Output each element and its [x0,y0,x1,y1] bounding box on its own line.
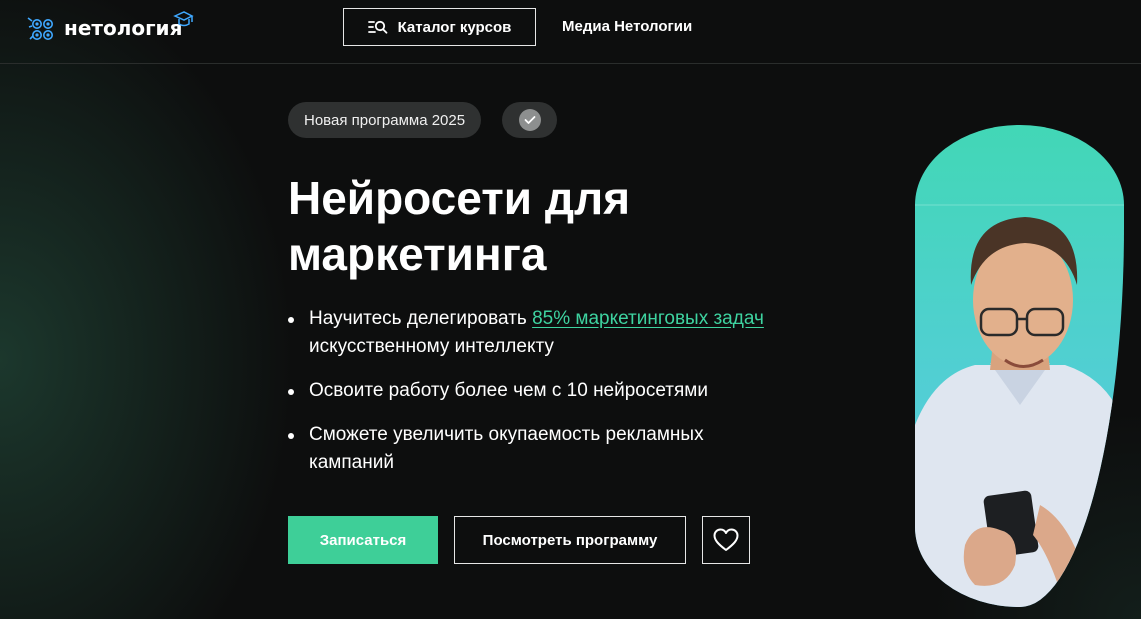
favorite-button[interactable] [702,516,750,564]
title-line-2: маркетинга [288,228,547,280]
benefit-item: Научитесь делегировать 85% маркетинговых… [288,305,768,361]
title-line-1: Нейросети для [288,172,631,224]
benefit-highlight-link[interactable]: 85% маркетинговых задач [532,308,764,329]
program-badge-label: Новая программа 2025 [304,111,466,129]
heart-icon [713,528,739,551]
benefit-text-before: Научитесь делегировать [309,308,533,329]
logo-hat-icon [173,11,194,27]
logo-text: нетология [64,16,183,40]
enroll-button[interactable]: Записаться [288,516,438,564]
logo-link[interactable]: нетология [26,11,194,45]
program-badge: Новая программа 2025 [288,102,482,138]
benefit-item: Сможете увеличить окупаемость рекламных … [288,421,768,477]
check-icon [518,109,541,131]
benefit-text-after: искусственному интеллекту [309,336,554,357]
view-program-button[interactable]: Посмотреть программу [454,516,686,564]
hero-photo [915,125,1124,607]
benefits-list: Научитесь делегировать 85% маркетинговых… [288,305,768,493]
catalog-button[interactable]: Каталог курсов [343,8,536,46]
netology-logo-icon [27,17,53,40]
benefit-item: Освоите работу более чем с 10 нейросетям… [288,377,768,405]
man-with-phone-illustration [915,204,1124,607]
media-link[interactable]: Медиа Нетологии [562,18,692,35]
catalog-label: Каталог курсов [397,18,512,36]
site-header: нетология Каталог курсов Медиа Нетологии [0,0,1141,64]
page-title: Нейросети для маркетинга [288,170,808,282]
catalog-search-icon [367,20,387,34]
verified-badge [502,102,557,138]
